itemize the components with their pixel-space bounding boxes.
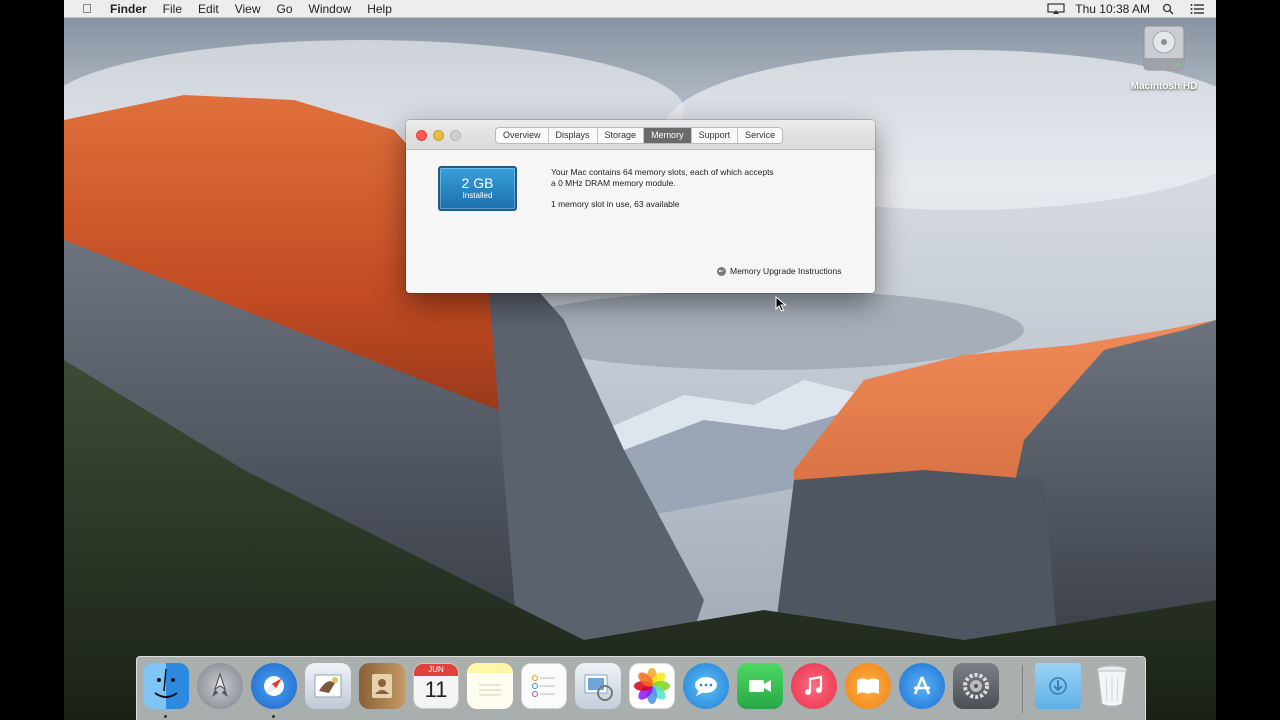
search-icon[interactable] <box>1162 3 1178 15</box>
messages-icon <box>683 663 729 709</box>
tab-memory[interactable]: Memory <box>644 128 692 143</box>
memory-status: Installed <box>462 191 493 200</box>
menu-view[interactable]: View <box>227 0 269 18</box>
menu-help[interactable]: Help <box>359 0 400 18</box>
menu-file[interactable]: File <box>155 0 190 18</box>
desktop-item-macintosh-hd[interactable]: Macintosh HD <box>1124 24 1204 92</box>
hard-drive-icon <box>1143 25 1185 71</box>
memory-upgrade-label: Memory Upgrade Instructions <box>730 266 842 276</box>
segmented-tabs: Overview Displays Storage Memory Support… <box>495 127 784 144</box>
tab-service[interactable]: Service <box>738 128 782 143</box>
dock-app-store[interactable] <box>899 663 945 709</box>
about-this-mac-window: Overview Displays Storage Memory Support… <box>406 120 875 293</box>
dock-contacts[interactable] <box>359 663 405 709</box>
memory-size: 2 GB <box>461 175 494 191</box>
window-titlebar[interactable]: Overview Displays Storage Memory Support… <box>406 120 875 150</box>
ibooks-icon <box>845 663 891 709</box>
dock-calendar[interactable]: JUN 11 <box>413 663 459 709</box>
memory-upgrade-link[interactable]: Memory Upgrade Instructions <box>717 266 842 276</box>
mouse-cursor-icon <box>775 296 787 312</box>
preview-icon <box>575 663 621 709</box>
notification-list-icon[interactable] <box>1190 3 1206 15</box>
dock-finder[interactable] <box>143 663 189 709</box>
system-preferences-icon <box>953 663 999 709</box>
trash-icon <box>1089 663 1135 709</box>
photos-icon <box>630 664 674 708</box>
airplay-icon[interactable] <box>1047 2 1065 15</box>
dock-photos[interactable] <box>629 663 675 709</box>
safari-icon <box>251 663 297 709</box>
finder-running-indicator <box>164 715 167 718</box>
memory-pane: 2 GB Installed Your Mac contains 64 memo… <box>406 150 875 293</box>
dock-downloads[interactable] <box>1035 663 1081 709</box>
dock-itunes[interactable] <box>791 663 837 709</box>
dock-separator <box>1022 665 1023 713</box>
close-button[interactable] <box>416 130 427 141</box>
apple-menu-icon[interactable]:  <box>72 1 102 16</box>
menu-go[interactable]: Go <box>269 0 301 18</box>
menu-app-finder[interactable]: Finder <box>102 0 155 18</box>
facetime-icon <box>737 663 783 709</box>
itunes-icon <box>791 663 837 709</box>
memory-slots-text: 1 memory slot in use, 63 available <box>551 199 680 209</box>
memory-info: Your Mac contains 64 memory slots, each … <box>551 167 821 210</box>
window-controls <box>416 130 461 141</box>
dock-launchpad[interactable] <box>197 663 243 709</box>
launchpad-icon <box>197 663 243 709</box>
mac-screen:  Finder File Edit View Go Window Help T… <box>64 0 1216 720</box>
menu-edit[interactable]: Edit <box>190 0 227 18</box>
dock-facetime[interactable] <box>737 663 783 709</box>
memory-installed-badge: 2 GB Installed <box>438 166 517 211</box>
dock-trash[interactable] <box>1089 663 1135 709</box>
app-store-icon <box>899 663 945 709</box>
memory-info-line1: Your Mac contains 64 memory slots, each … <box>551 167 774 177</box>
desktop-wallpaper <box>64 0 1216 720</box>
menu-window[interactable]: Window <box>301 0 360 18</box>
safari-running-indicator <box>272 715 275 718</box>
macintosh-hd-label: Macintosh HD <box>1130 81 1198 92</box>
tab-support[interactable]: Support <box>692 128 739 143</box>
downloads-folder-icon <box>1035 663 1081 709</box>
reminders-icon <box>522 664 566 708</box>
arrow-circle-icon <box>717 266 726 276</box>
finder-icon <box>143 663 189 709</box>
dock-reminders[interactable] <box>521 663 567 709</box>
minimize-button[interactable] <box>433 130 444 141</box>
dock-mail[interactable] <box>305 663 351 709</box>
dock-messages[interactable] <box>683 663 729 709</box>
menubar-clock[interactable]: Thu 10:38 AM <box>1075 2 1150 16</box>
memory-info-line2: a 0 MHz DRAM memory module. <box>551 178 676 188</box>
calendar-month: JUN <box>414 664 458 676</box>
zoom-button[interactable] <box>450 130 461 141</box>
dock-system-preferences[interactable] <box>953 663 999 709</box>
contacts-icon <box>359 663 405 709</box>
mail-icon <box>305 663 351 709</box>
dock-notes[interactable] <box>467 663 513 709</box>
dock-preview[interactable] <box>575 663 621 709</box>
menu-bar:  Finder File Edit View Go Window Help T… <box>64 0 1216 18</box>
notes-icon <box>467 663 513 709</box>
calendar-day: 11 <box>424 677 448 702</box>
letterbox-left <box>0 0 64 720</box>
dock-ibooks[interactable] <box>845 663 891 709</box>
dock: JUN 11 <box>136 656 1146 720</box>
letterbox-right <box>1216 0 1280 720</box>
dock-safari[interactable] <box>251 663 297 709</box>
tab-storage[interactable]: Storage <box>598 128 645 143</box>
tab-overview[interactable]: Overview <box>496 128 549 143</box>
tab-displays[interactable]: Displays <box>549 128 598 143</box>
